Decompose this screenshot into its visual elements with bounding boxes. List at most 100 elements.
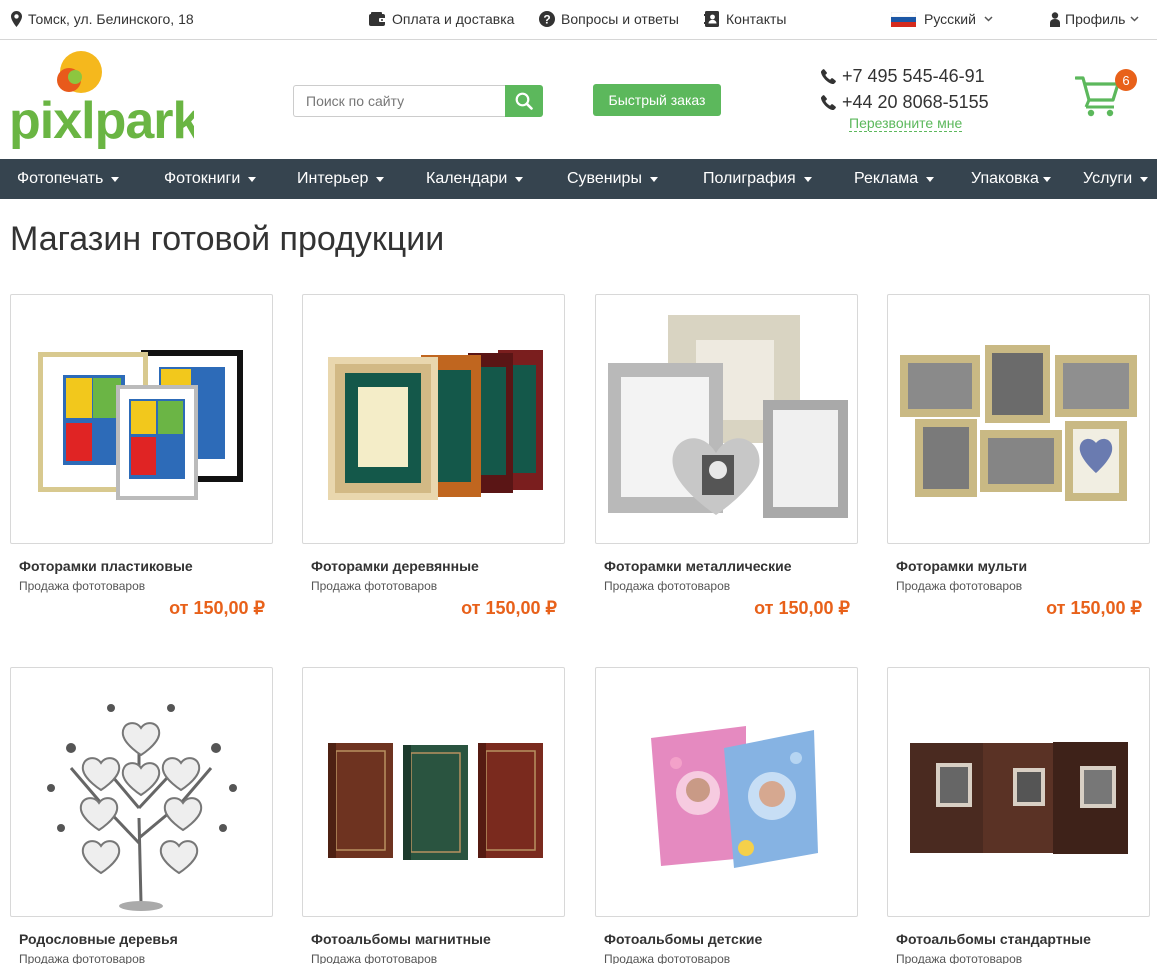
contacts-text: Контакты [726, 11, 787, 27]
wooden-frames-picture [328, 350, 543, 500]
phone-russia-text: +7 495 545-46-91 [842, 66, 985, 86]
product-name[interactable]: Фоторамки мульти [896, 558, 1027, 574]
product-price: от 150,00 ₽ [169, 598, 265, 618]
caret-down-icon [515, 176, 524, 182]
product-card[interactable]: Фоторамки пластиковые Продажа фототоваро… [10, 294, 273, 618]
contacts-link[interactable]: Контакты [704, 11, 786, 27]
product-name[interactable]: Родословные деревья [19, 931, 178, 947]
nav-item-photoprint[interactable]: Фотопечать [17, 170, 120, 188]
caret-down-icon [803, 176, 812, 182]
faq-text: Вопросы и ответы [561, 11, 679, 27]
nav-item-services[interactable]: Услуги [1083, 170, 1149, 188]
caret-down-icon [376, 176, 385, 182]
product-card[interactable]: Фотоальбомы стандартные Продажа фототова… [887, 667, 1150, 964]
product-image-multi-frames[interactable] [887, 294, 1150, 544]
phone-icon [821, 69, 836, 84]
chevron-down-icon [984, 16, 993, 22]
main-navigation: Фотопечать Фотокниги Интерьер Календари … [0, 159, 1157, 199]
product-card[interactable]: Родословные деревья Продажа фототоваров [10, 667, 273, 964]
product-category: Продажа фототоваров [19, 579, 146, 593]
product-card[interactable]: Фотоальбомы магнитные Продажа фототоваро… [302, 667, 565, 964]
product-name[interactable]: Фоторамки металлические [604, 558, 791, 574]
product-image-family-trees[interactable] [10, 667, 273, 917]
product-image-wooden-frames[interactable] [302, 294, 565, 544]
multi-frames-picture [900, 345, 1137, 501]
product-name[interactable]: Фотоальбомы детские [604, 931, 762, 947]
product-image-standard-albums[interactable] [887, 667, 1150, 917]
product-price: от 150,00 ₽ [461, 598, 557, 618]
search-input[interactable] [293, 85, 505, 117]
logo-text: pixlpark [9, 92, 194, 150]
product-category: Продажа фототоваров [604, 579, 731, 593]
russia-flag-icon [891, 11, 916, 27]
callback-link[interactable]: Перезвоните мне [849, 116, 963, 132]
caret-down-icon [649, 176, 658, 182]
nav-item-souvenirs[interactable]: Сувениры [567, 170, 658, 188]
product-name[interactable]: Фоторамки деревянные [311, 558, 479, 574]
pixlpark-logo[interactable]: pixlpark [9, 50, 202, 150]
phone-uk[interactable]: +44 20 8068-5155 [821, 92, 989, 113]
language-selector[interactable]: Русский [891, 11, 993, 27]
address-link[interactable]: Томск, ул. Белинского, 18 [11, 11, 194, 27]
nav-label: Интерьер [297, 170, 369, 187]
svg-text:?: ? [543, 13, 550, 27]
product-image-magnetic-albums[interactable] [302, 667, 565, 917]
payment-delivery-text: Оплата и доставка [392, 11, 515, 27]
product-image-kids-albums[interactable] [595, 667, 858, 917]
nav-label: Сувениры [567, 170, 642, 187]
product-card[interactable]: Фоторамки металлические Продажа фототова… [595, 294, 858, 618]
product-card[interactable]: Фоторамки мульти Продажа фототоваров от … [887, 294, 1150, 618]
address-text: Томск, ул. Белинского, 18 [28, 11, 194, 27]
phone-uk-text: +44 20 8068-5155 [842, 92, 989, 112]
caret-down-icon [248, 176, 257, 182]
logo-graphic: pixlpark [9, 51, 202, 150]
nav-item-interior[interactable]: Интерьер [297, 170, 385, 188]
cart-button[interactable]: 6 [1074, 69, 1137, 122]
nav-label: Полиграфия [703, 170, 796, 187]
product-card[interactable]: Фотоальбомы детские Продажа фототоваров [595, 667, 858, 964]
magnetic-albums-picture [328, 743, 543, 860]
product-image-plastic-frames[interactable] [10, 294, 273, 544]
product-category: Продажа фототоваров [896, 579, 1023, 593]
phone-icon [821, 95, 836, 110]
nav-item-packaging[interactable]: Упаковка [971, 170, 1051, 188]
product-category: Продажа фототоваров [604, 952, 731, 964]
product-category: Продажа фототоваров [311, 579, 438, 593]
product-card[interactable]: Фоторамки деревянные Продажа фототоваров… [302, 294, 565, 618]
payment-delivery-link[interactable]: Оплата и доставка [369, 11, 514, 27]
nav-label: Упаковка [971, 170, 1039, 187]
standard-albums-picture [910, 742, 1128, 854]
faq-link[interactable]: ? Вопросы и ответы [539, 11, 679, 27]
nav-label: Календари [426, 170, 508, 187]
caret-down-icon [1140, 176, 1149, 182]
product-category: Продажа фототоваров [19, 952, 146, 964]
phone-russia[interactable]: +7 495 545-46-91 [821, 66, 985, 87]
address-book-icon [704, 11, 719, 27]
page-title: Магазин готовой продукции [10, 220, 445, 258]
language-text: Русский [924, 11, 976, 27]
product-name[interactable]: Фотоальбомы стандартные [896, 931, 1091, 947]
nav-label: Реклама [854, 170, 919, 187]
product-name[interactable]: Фоторамки пластиковые [19, 558, 193, 574]
family-tree-picture [47, 704, 237, 911]
location-pin-icon [11, 11, 22, 27]
wallet-icon [369, 12, 386, 26]
nav-item-advertising[interactable]: Реклама [854, 170, 935, 188]
product-price: от 150,00 ₽ [1046, 598, 1142, 618]
profile-menu[interactable]: Профиль [1050, 11, 1139, 27]
product-name[interactable]: Фотоальбомы магнитные [311, 931, 491, 947]
caret-down-icon [1042, 176, 1051, 182]
search-form [293, 85, 543, 117]
product-image-metal-frames[interactable] [595, 294, 858, 544]
top-bar: Томск, ул. Белинского, 18 Оплата и доста… [0, 0, 1157, 40]
quick-order-button[interactable]: Быстрый заказ [593, 84, 721, 116]
product-category: Продажа фототоваров [896, 952, 1023, 964]
caret-down-icon [111, 176, 120, 182]
user-icon [1050, 11, 1060, 27]
cart-count-badge: 6 [1115, 69, 1137, 91]
nav-item-photobooks[interactable]: Фотокниги [164, 170, 257, 188]
nav-item-calendars[interactable]: Календари [426, 170, 524, 188]
nav-item-printing[interactable]: Полиграфия [703, 170, 812, 188]
plastic-frames-picture [38, 350, 243, 500]
search-button[interactable] [505, 85, 543, 117]
